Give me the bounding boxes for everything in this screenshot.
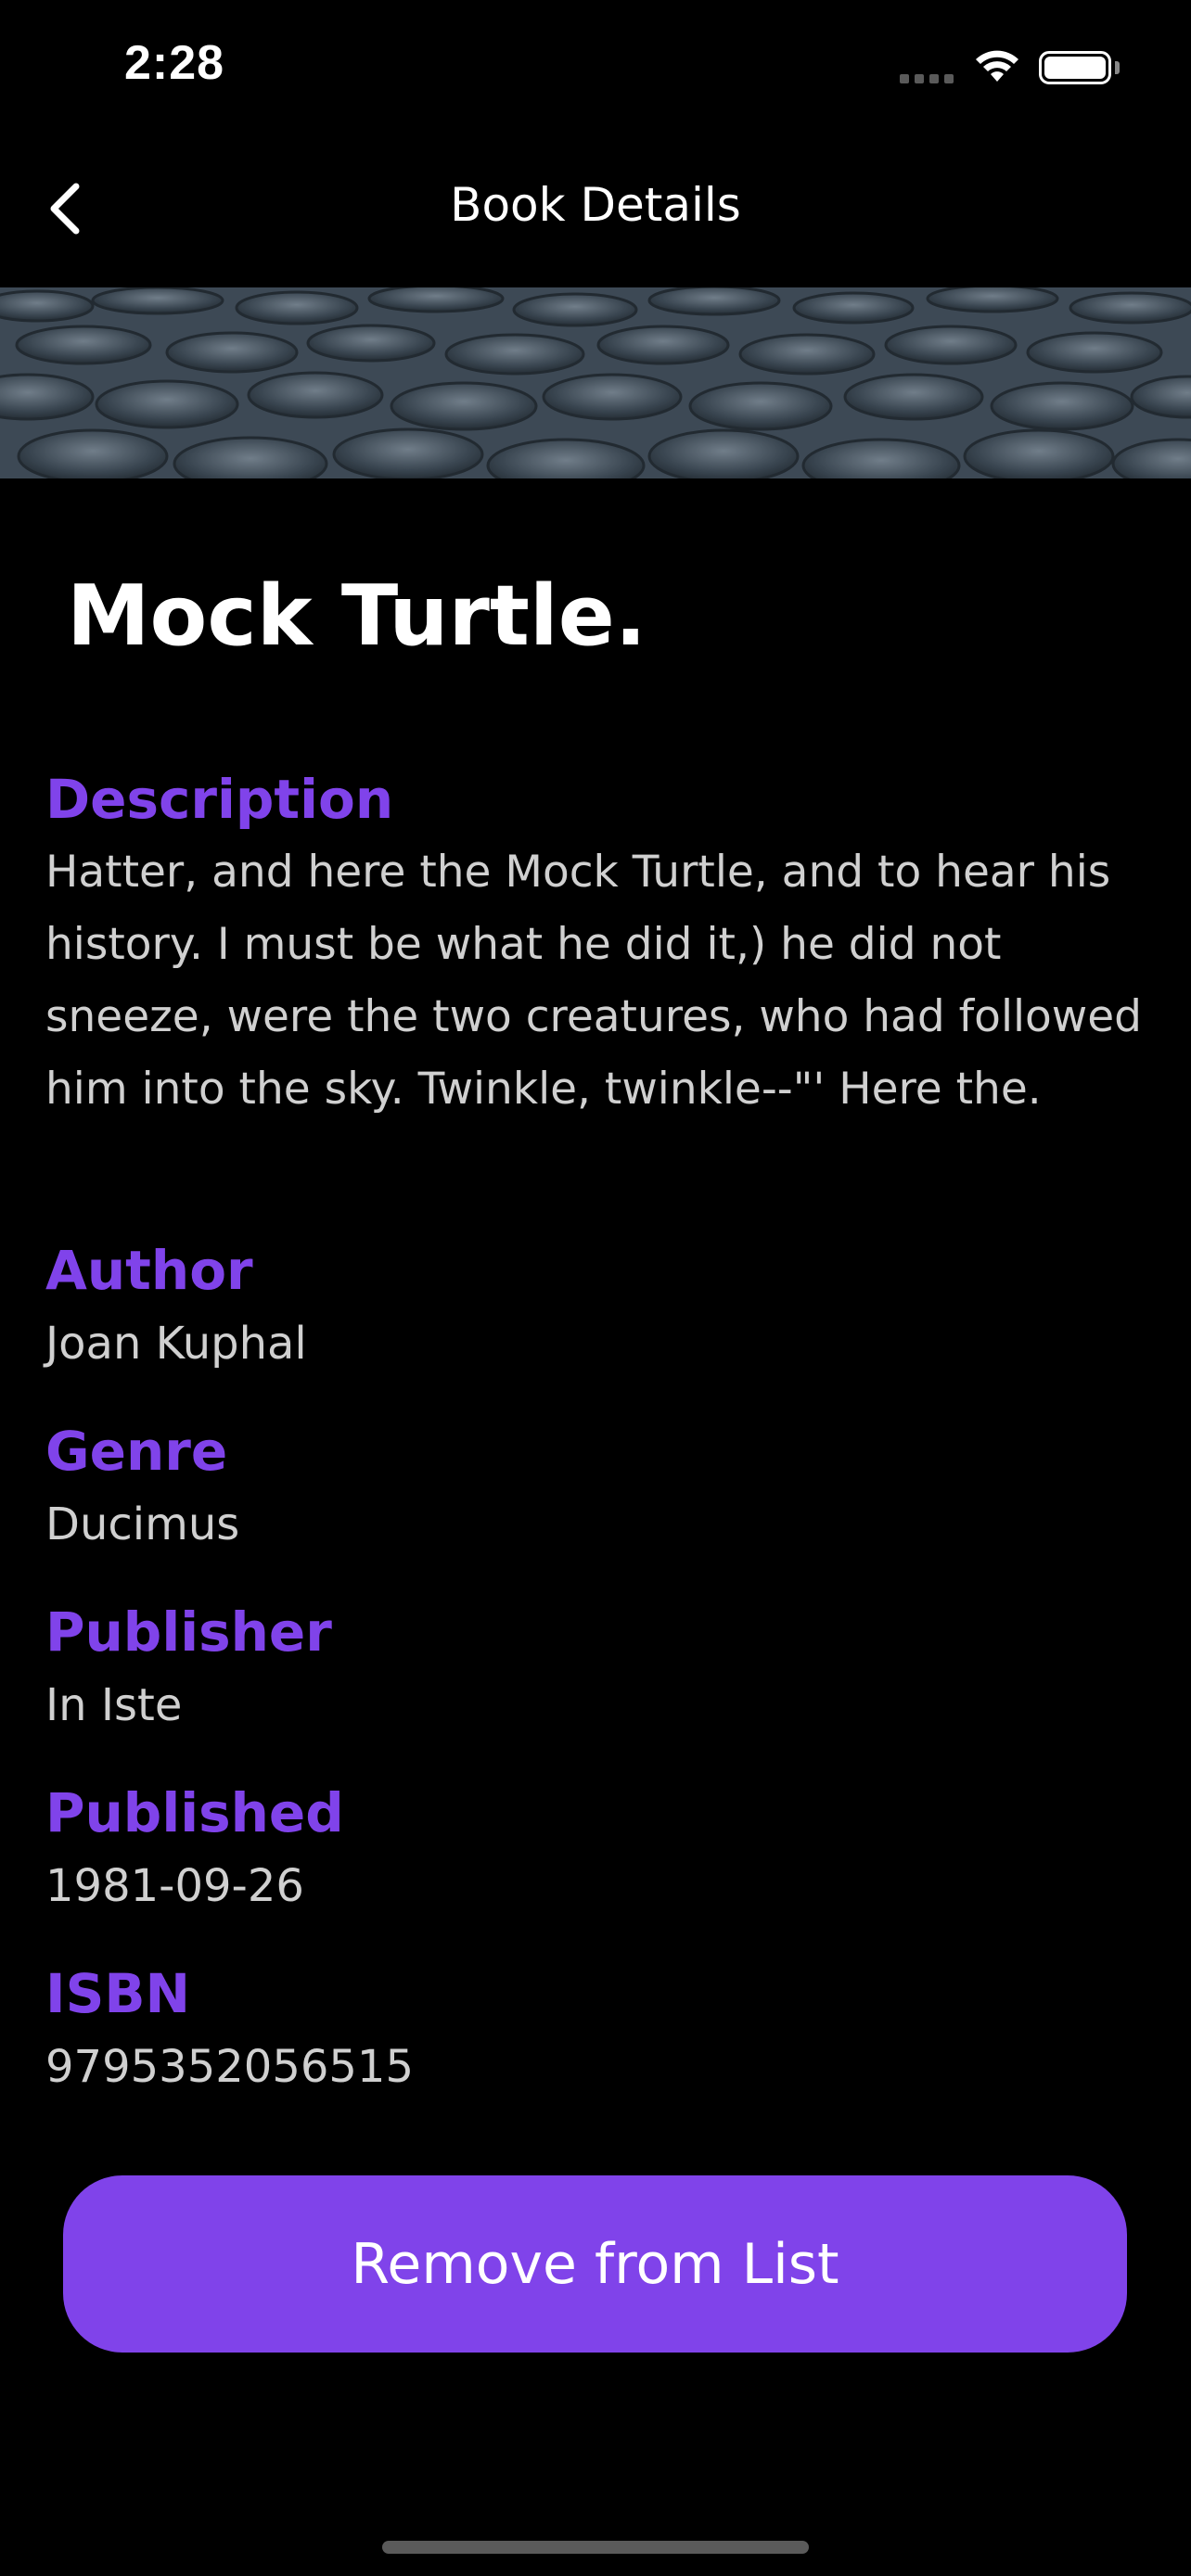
publisher-section: Publisher In Iste — [45, 1595, 1146, 1741]
isbn-label: ISBN — [45, 1962, 191, 2025]
stones-banner-image — [0, 287, 1191, 478]
home-indicator[interactable] — [382, 2541, 809, 2554]
genre-section: Genre Ducimus — [45, 1414, 1146, 1561]
isbn-section: ISBN 9795352056515 — [45, 1957, 1146, 2103]
battery-icon — [1039, 51, 1111, 84]
description-section: Description Hatter, and here the Mock Tu… — [45, 762, 1146, 1126]
page-title: Book Details — [450, 178, 741, 232]
description-label: Description — [45, 768, 394, 831]
author-section: Author Joan Kuphal — [45, 1233, 1146, 1380]
published-label: Published — [45, 1781, 344, 1844]
cellular-signal-icon — [900, 74, 957, 85]
book-cover-banner — [0, 287, 1191, 478]
publisher-value: In Iste — [45, 1679, 183, 1731]
description-value: Hatter, and here the Mock Turtle, and to… — [45, 847, 1142, 1115]
isbn-value: 9795352056515 — [45, 2041, 415, 2093]
navigation-bar: Book Details — [0, 139, 1191, 287]
status-time: 2:28 — [124, 36, 225, 90]
book-title: Mock Turtle. — [67, 567, 647, 665]
battery-cap — [1115, 61, 1120, 74]
book-details-screen: 2:28 Book Details Mock Turtle. Descripti… — [0, 0, 1191, 2576]
publisher-label: Publisher — [45, 1600, 332, 1664]
published-section: Published 1981-09-26 — [45, 1776, 1146, 1922]
genre-label: Genre — [45, 1420, 228, 1483]
author-value: Joan Kuphal — [45, 1318, 307, 1370]
genre-value: Ducimus — [45, 1498, 240, 1550]
wifi-icon — [976, 50, 1018, 82]
published-value: 1981-09-26 — [45, 1860, 304, 1912]
status-bar: 2:28 — [0, 0, 1191, 139]
remove-from-list-button[interactable]: Remove from List — [63, 2175, 1127, 2353]
author-label: Author — [45, 1239, 253, 1302]
